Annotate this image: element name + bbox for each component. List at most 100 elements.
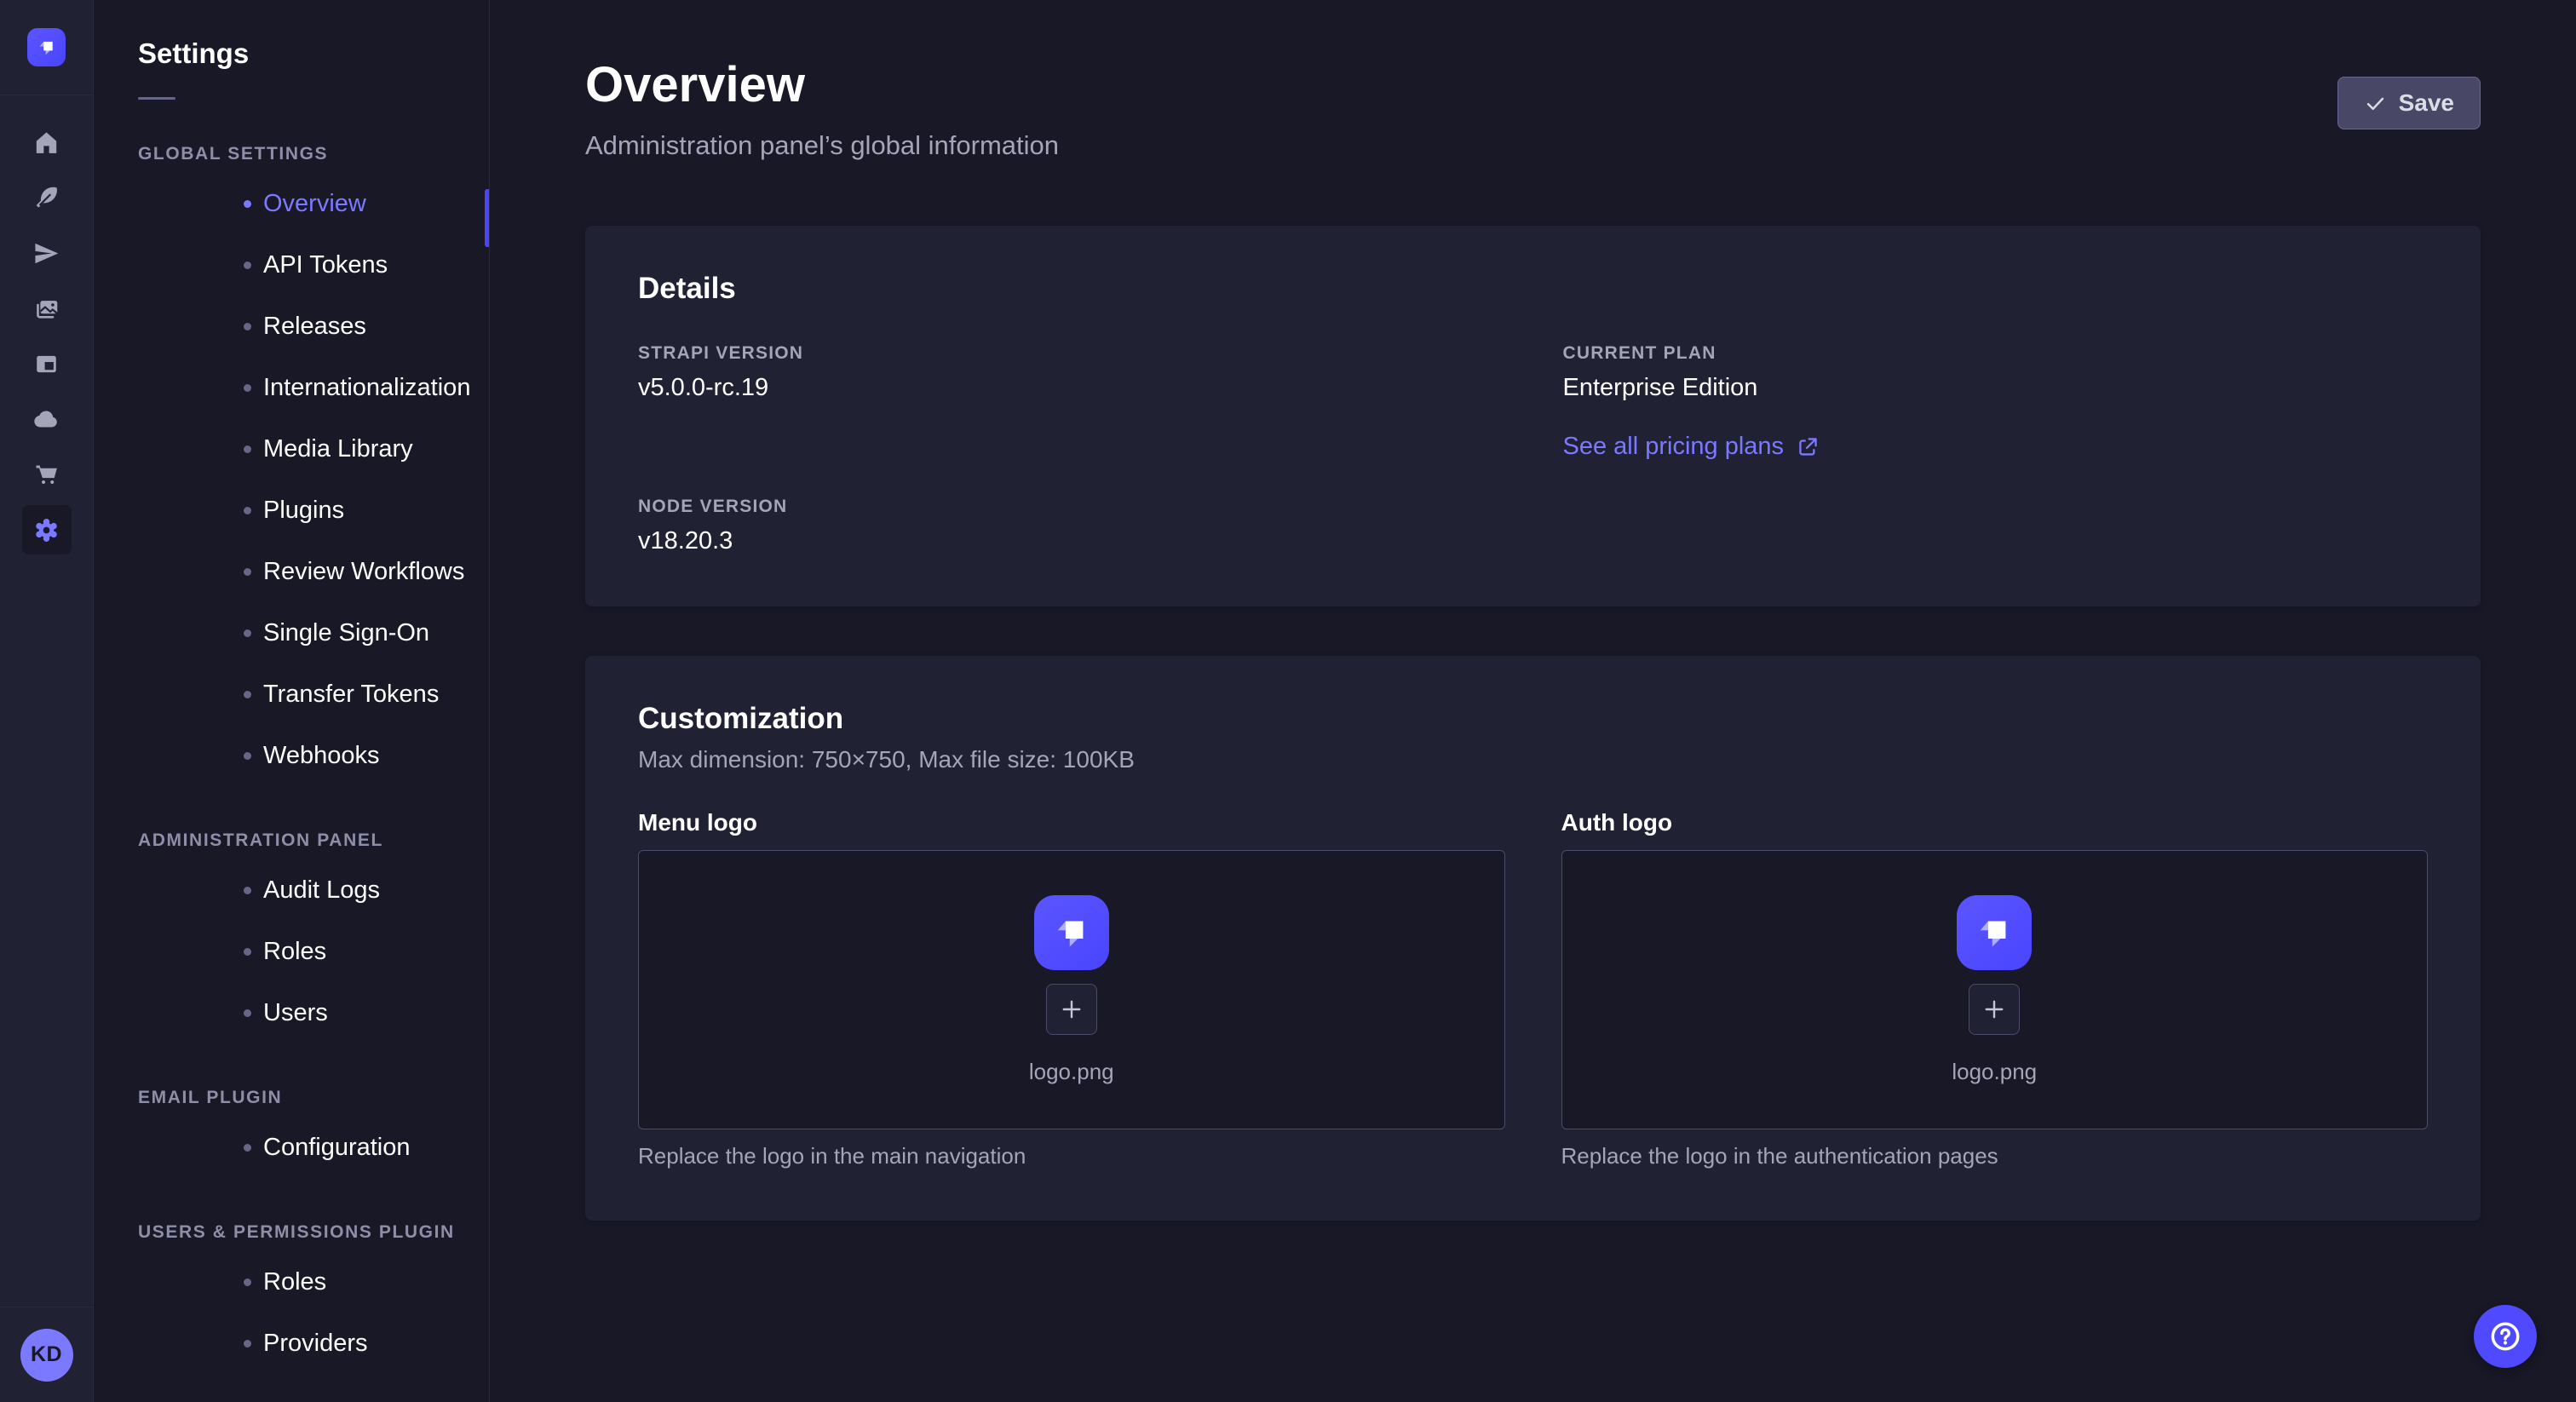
section-administration-panel: ADMINISTRATION PANEL Audit Logs Roles Us… [94, 830, 489, 1043]
bullet-icon [244, 384, 251, 392]
media-library-images-icon[interactable] [22, 284, 72, 333]
details-grid: STRAPI VERSION v5.0.0-rc.19 CURRENT PLAN… [638, 343, 2428, 555]
rail-user-cell: KD [0, 1307, 93, 1402]
content-manager-layout-icon[interactable] [22, 339, 72, 388]
details-heading: Details [638, 272, 2428, 306]
logo-filename: logo.png [1952, 1059, 2037, 1085]
help-button[interactable] [2474, 1305, 2537, 1368]
content-type-builder-feather-icon[interactable] [22, 173, 72, 222]
field-current-plan: CURRENT PLAN Enterprise Edition See all … [1563, 343, 2429, 461]
sidebar-item-transfer-tokens[interactable]: Transfer Tokens [94, 664, 489, 725]
sidebar-item-email-configuration[interactable]: Configuration [94, 1117, 489, 1178]
bullet-icon [244, 887, 251, 894]
sidebar-item-overview[interactable]: Overview [94, 173, 489, 234]
section-label: EMAIL PLUGIN [138, 1088, 489, 1108]
sidebar-item-webhooks[interactable]: Webhooks [94, 725, 489, 786]
deploy-paper-plane-icon[interactable] [22, 228, 72, 278]
sidebar-item-label: Providers [263, 1330, 368, 1358]
bullet-icon [244, 752, 251, 760]
upload-label: Auth logo [1561, 809, 2429, 836]
sidebar-item-label: Configuration [263, 1134, 411, 1162]
settings-gear-icon[interactable] [22, 505, 72, 554]
auth-logo-upload: Auth logo logo.png Replace the logo [1561, 809, 2429, 1169]
bullet-icon [244, 323, 251, 330]
bullet-icon [244, 507, 251, 514]
sidebar-item-label: Releases [263, 313, 366, 341]
sidebar-item-admin-roles[interactable]: Roles [94, 921, 489, 982]
field-value: v18.20.3 [638, 527, 1504, 555]
sidebar-item-label: Overview [263, 190, 366, 218]
page-header-text: Overview Administration panel’s global i… [585, 56, 1059, 161]
bullet-icon [244, 629, 251, 637]
bullet-icon [244, 948, 251, 956]
cloud-icon[interactable] [22, 394, 72, 444]
section-users-permissions-plugin: USERS & PERMISSIONS PLUGIN Roles Provide… [94, 1222, 489, 1374]
section-label: ADMINISTRATION PANEL [138, 830, 489, 851]
sidebar-item-review-workflows[interactable]: Review Workflows [94, 541, 489, 602]
sidebar-item-up-providers[interactable]: Providers [94, 1313, 489, 1374]
upload-label: Menu logo [638, 809, 1505, 836]
sidebar-item-label: API Tokens [263, 251, 388, 279]
sidebar-item-api-tokens[interactable]: API Tokens [94, 234, 489, 296]
field-label: STRAPI VERSION [638, 343, 1504, 364]
section-label: GLOBAL SETTINGS [138, 144, 489, 164]
sidebar-item-audit-logs[interactable]: Audit Logs [94, 859, 489, 921]
user-avatar[interactable]: KD [20, 1329, 73, 1382]
sidebar-item-internationalization[interactable]: Internationalization [94, 357, 489, 418]
add-logo-button[interactable] [1969, 984, 2020, 1035]
bullet-icon [244, 1144, 251, 1152]
home-icon[interactable] [22, 118, 72, 167]
plus-icon [1980, 995, 2009, 1024]
field-value: v5.0.0-rc.19 [638, 374, 1504, 402]
bullet-icon [244, 445, 251, 453]
page-title: Overview [585, 56, 1059, 113]
field-node-version: NODE VERSION v18.20.3 [638, 497, 1504, 555]
plus-icon [1057, 995, 1086, 1024]
strapi-logo-preview-icon [1034, 895, 1109, 970]
sidebar-item-label: Transfer Tokens [263, 681, 439, 709]
field-value: Enterprise Edition [1563, 374, 2429, 402]
save-button-label: Save [2399, 89, 2454, 117]
page-subtitle: Administration panel’s global informatio… [585, 130, 1059, 161]
section-label: USERS & PERMISSIONS PLUGIN [138, 1222, 489, 1243]
field-label: NODE VERSION [638, 497, 1504, 517]
bullet-icon [244, 1009, 251, 1017]
sidebar-item-single-sign-on[interactable]: Single Sign-On [94, 602, 489, 664]
sidebar-item-up-roles[interactable]: Roles [94, 1251, 489, 1313]
upload-hint: Replace the logo in the authentication p… [1561, 1143, 2429, 1169]
marketplace-cart-icon[interactable] [22, 450, 72, 499]
logo-uploads: Menu logo logo.png Replace the logo [638, 809, 2428, 1169]
sidebar-item-media-library[interactable]: Media Library [94, 418, 489, 480]
subnav-divider [138, 97, 175, 100]
sidebar-item-admin-users[interactable]: Users [94, 982, 489, 1043]
menu-logo-dropzone[interactable]: logo.png [638, 850, 1505, 1129]
sidebar-item-releases[interactable]: Releases [94, 296, 489, 357]
sidebar-item-plugins[interactable]: Plugins [94, 480, 489, 541]
menu-logo-upload: Menu logo logo.png Replace the logo [638, 809, 1505, 1169]
auth-logo-dropzone[interactable]: logo.png [1561, 850, 2429, 1129]
bullet-icon [244, 568, 251, 576]
strapi-logo-icon[interactable] [27, 28, 66, 66]
active-item-indicator [485, 189, 489, 247]
logo-filename: logo.png [1029, 1059, 1114, 1085]
save-button[interactable]: Save [2337, 77, 2481, 129]
bullet-icon [244, 1278, 251, 1286]
workspace-logo-cell [0, 0, 93, 95]
page-header: Overview Administration panel’s global i… [585, 0, 2481, 161]
upload-hint: Replace the logo in the main navigation [638, 1143, 1505, 1169]
field-strapi-version: STRAPI VERSION v5.0.0-rc.19 [638, 343, 1504, 461]
customization-card: Customization Max dimension: 750×750, Ma… [585, 656, 2481, 1221]
sidebar-item-label: Roles [263, 1268, 326, 1296]
sidebar-item-label: Media Library [263, 435, 413, 463]
details-card: Details STRAPI VERSION v5.0.0-rc.19 CURR… [585, 226, 2481, 606]
pricing-plans-link[interactable]: See all pricing plans [1563, 433, 1821, 461]
sidebar-item-label: Roles [263, 938, 326, 966]
sidebar-item-label: Webhooks [263, 742, 380, 770]
rail-icon-list [22, 118, 72, 554]
pricing-plans-link-label: See all pricing plans [1563, 433, 1785, 461]
settings-subnav: Settings GLOBAL SETTINGS Overview API To… [94, 0, 490, 1402]
add-logo-button[interactable] [1046, 984, 1097, 1035]
main-nav-rail: KD [0, 0, 94, 1402]
question-mark-icon [2487, 1319, 2523, 1354]
strapi-logo-preview-icon [1957, 895, 2032, 970]
